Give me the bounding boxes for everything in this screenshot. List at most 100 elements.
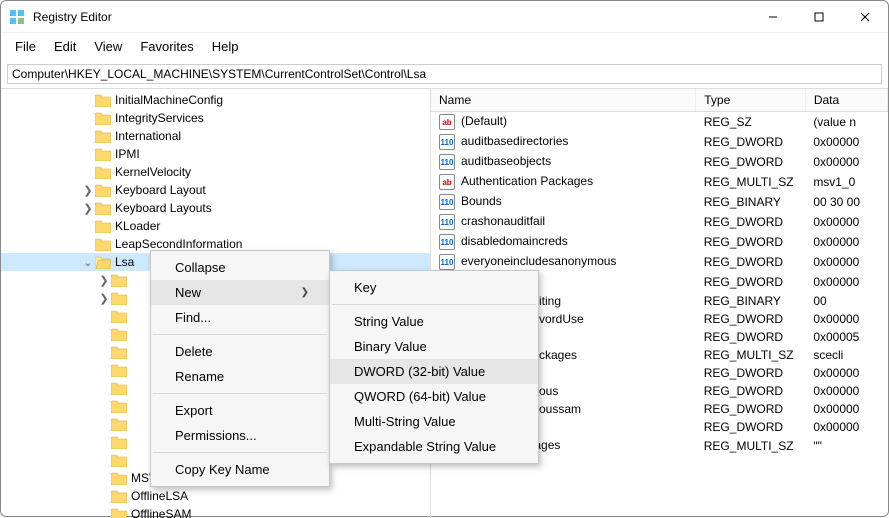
tree-item[interactable]: ❯ Keyboard Layouts	[1, 199, 430, 217]
folder-icon	[111, 472, 127, 485]
value-row[interactable]: abAuthentication PackagesREG_MULTI_SZmsv…	[431, 172, 888, 192]
tree-item[interactable]: ❯ Keyboard Layout	[1, 181, 430, 199]
menu-item[interactable]: Binary Value	[330, 334, 538, 359]
expand-caret-icon[interactable]: ❯	[81, 184, 95, 197]
expand-caret-icon[interactable]: ❯	[81, 202, 95, 215]
menu-item[interactable]: DWORD (32-bit) Value	[330, 359, 538, 384]
tree-item[interactable]: International	[1, 127, 430, 145]
menu-item-label: Key	[354, 280, 376, 295]
value-data: msv1_0	[805, 172, 887, 192]
value-name: ab(Default)	[431, 112, 696, 133]
context-submenu-new[interactable]: Key String Value Binary Value DWORD (32-bit…	[329, 270, 539, 464]
tree-item-label: Keyboard Layout	[115, 183, 206, 197]
menu-item[interactable]: Expandable String Value	[330, 434, 538, 459]
folder-icon	[111, 310, 127, 323]
menu-item[interactable]: Permissions...	[151, 423, 329, 448]
tree-item[interactable]: OfflineLSA	[1, 487, 430, 505]
folder-icon	[95, 184, 111, 197]
col-name[interactable]: Name	[431, 89, 696, 112]
folder-icon	[111, 418, 127, 431]
tree-item[interactable]: InitialMachineConfig	[1, 91, 430, 109]
tree-item[interactable]: IntegrityServices	[1, 109, 430, 127]
folder-icon	[111, 328, 127, 341]
expand-caret-icon[interactable]: ❯	[97, 274, 111, 287]
folder-icon	[95, 202, 111, 215]
menu-item-label: Delete	[175, 344, 213, 359]
value-data: 0x00000	[805, 400, 887, 418]
tree-item[interactable]: KLoader	[1, 217, 430, 235]
value-name: abAuthentication Packages	[431, 172, 696, 192]
col-data[interactable]: Data	[805, 89, 887, 112]
value-type: REG_DWORD	[696, 382, 806, 400]
value-type: REG_DWORD	[696, 310, 806, 328]
folder-icon	[111, 274, 127, 287]
expand-caret-icon[interactable]: ⌄	[81, 256, 95, 269]
address-bar	[1, 60, 888, 89]
submenu-arrow-icon: ❯	[301, 287, 309, 298]
menu-item-label: Multi-String Value	[354, 414, 456, 429]
folder-icon	[111, 292, 127, 305]
menu-item-label: Export	[175, 403, 213, 418]
tree-item[interactable]: KernelVelocity	[1, 163, 430, 181]
folder-icon	[111, 382, 127, 395]
menu-favorites[interactable]: Favorites	[132, 37, 201, 56]
menu-item[interactable]: Delete	[151, 339, 329, 364]
menu-item[interactable]: Key	[330, 275, 538, 300]
value-type: REG_BINARY	[696, 292, 806, 310]
minimize-button[interactable]	[750, 1, 796, 33]
folder-icon	[111, 436, 127, 449]
folder-icon	[111, 490, 127, 503]
value-data: 0x00000	[805, 418, 887, 436]
value-row[interactable]: ab(Default)REG_SZ(value n	[431, 112, 888, 133]
menu-item[interactable]: Collapse	[151, 255, 329, 280]
folder-icon	[95, 148, 111, 161]
expand-caret-icon[interactable]: ❯	[97, 292, 111, 305]
value-row[interactable]: 110auditbasedirectoriesREG_DWORD0x00000	[431, 132, 888, 152]
value-row[interactable]: 110crashonauditfailREG_DWORD0x00000	[431, 212, 888, 232]
binary-value-icon: 110	[439, 254, 455, 270]
menu-view[interactable]: View	[86, 37, 130, 56]
window-title: Registry Editor	[33, 10, 750, 24]
menu-help[interactable]: Help	[204, 37, 247, 56]
binary-value-icon: 110	[439, 154, 455, 170]
context-menu[interactable]: CollapseNew❯ Find... Delete Rename Export Per…	[150, 250, 330, 487]
menu-item[interactable]: Multi-String Value	[330, 409, 538, 434]
value-type: REG_MULTI_SZ	[696, 346, 806, 364]
tree-item-label: KernelVelocity	[115, 165, 191, 179]
value-data: 0x00000	[805, 232, 887, 252]
value-row[interactable]: 110auditbaseobjectsREG_DWORD0x00000	[431, 152, 888, 172]
value-data: 0x00000	[805, 252, 887, 272]
registry-app-icon	[9, 9, 25, 25]
value-type: REG_MULTI_SZ	[696, 172, 806, 192]
value-row[interactable]: 110everyoneincludesanonymousREG_DWORD0x0…	[431, 252, 888, 272]
menu-item[interactable]: Find...	[151, 305, 329, 330]
titlebar: Registry Editor	[1, 1, 888, 33]
menu-item[interactable]: QWORD (64-bit) Value	[330, 384, 538, 409]
tree-item-label: OfflineSAM	[131, 507, 191, 518]
menu-item[interactable]: String Value	[330, 309, 538, 334]
binary-value-icon: 110	[439, 234, 455, 250]
value-type: REG_DWORD	[696, 252, 806, 272]
value-row[interactable]: 110disabledomaincredsREG_DWORD0x00000	[431, 232, 888, 252]
close-button[interactable]	[842, 1, 888, 33]
tree-item[interactable]: OfflineSAM	[1, 505, 430, 518]
tree-item-label: Keyboard Layouts	[115, 201, 212, 215]
maximize-button[interactable]	[796, 1, 842, 33]
folder-icon	[95, 94, 111, 107]
menu-item[interactable]: New❯	[151, 280, 329, 305]
menu-edit[interactable]: Edit	[46, 37, 84, 56]
menu-item[interactable]: Copy Key Name	[151, 457, 329, 482]
menu-file[interactable]: File	[7, 37, 44, 56]
address-input[interactable]	[7, 64, 882, 84]
tree-item[interactable]: IPMI	[1, 145, 430, 163]
menu-item-label: String Value	[354, 314, 424, 329]
menu-item[interactable]: Export	[151, 398, 329, 423]
value-type: REG_DWORD	[696, 152, 806, 172]
menu-item[interactable]: Rename	[151, 364, 329, 389]
col-type[interactable]: Type	[696, 89, 806, 112]
value-name: 110disabledomaincreds	[431, 232, 696, 252]
value-data: ""	[805, 436, 887, 456]
value-row[interactable]: 110BoundsREG_BINARY00 30 00	[431, 192, 888, 212]
menu-item-label: Find...	[175, 310, 211, 325]
menu-item-label: Binary Value	[354, 339, 427, 354]
